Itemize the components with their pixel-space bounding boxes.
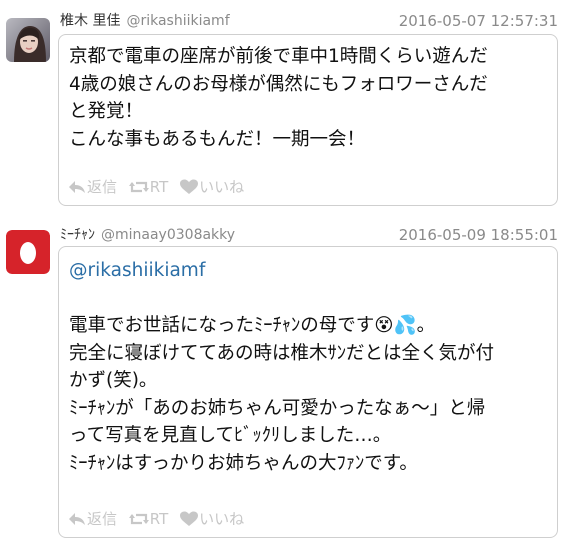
reply-button[interactable]: 返信 (67, 507, 117, 531)
tweet-header: ﾐｰﾁｬﾝ @minaay0308akky 2016-05-09 18:55:01 (60, 224, 558, 246)
tweet-header: 椎木 里佳 @rikashiikiamf 2016-05-07 12:57:31 (60, 10, 558, 32)
user-avatar[interactable] (6, 18, 50, 62)
text-line: と発覚！ (69, 101, 144, 122)
like-label: いいね (199, 510, 245, 528)
timestamp: 2016-05-07 12:57:31 (398, 12, 558, 30)
text-line: かず(笑)。 (69, 370, 158, 391)
tweet: ﾐｰﾁｬﾝ @minaay0308akky 2016-05-09 18:55:01… (0, 214, 564, 543)
retweet-icon (128, 181, 149, 193)
tweet-text: 京都で電車の座席が前後で車中1時間くらい遊んだ 4歳の娘さんのお母様が偶然にもフ… (69, 43, 549, 153)
tweet: 椎木 里佳 @rikashiikiamf 2016-05-07 12:57:31 … (0, 0, 564, 210)
user-photo-avatar-icon (6, 18, 50, 62)
reply-icon (69, 181, 85, 193)
text-line: 京都で電車の座席が前後で車中1時間くらい遊んだ (69, 46, 488, 67)
user-handle[interactable]: @rikashiikiamf (126, 13, 229, 29)
tweet-text: @rikashiikiamf 電車でお世話になったﾐｰﾁｬﾝの母です😵💦。 完全に… (69, 257, 549, 477)
retweet-label: RT (149, 178, 169, 196)
like-button[interactable]: いいね (179, 175, 244, 199)
display-name[interactable]: ﾐｰﾁｬﾝ (60, 227, 95, 243)
user-avatar[interactable] (6, 230, 50, 274)
reply-label: 返信 (87, 510, 118, 528)
text-line: こんな事もあるもんだ！一期一会！ (69, 128, 366, 150)
tweet-body: 京都で電車の座席が前後で車中1時間くらい遊んだ 4歳の娘さんのお母様が偶然にもフ… (58, 34, 558, 206)
reply-button[interactable]: 返信 (67, 175, 117, 199)
text-line: ﾐｰﾁｬﾝが「あのお姉ちゃん可愛かったなぁ〜」と帰 (69, 397, 486, 419)
egg-avatar-icon (6, 230, 50, 274)
mention-link[interactable]: @rikashiikiamf (69, 257, 549, 285)
like-button[interactable]: いいね (179, 507, 244, 531)
heart-icon (180, 179, 199, 194)
retweet-label: RT (149, 510, 169, 528)
retweet-icon (128, 513, 149, 525)
timestamp: 2016-05-09 18:55:01 (398, 226, 558, 244)
text-line: って写真を見直してﾋﾞｯｸﾘしました…。 (69, 425, 392, 446)
heart-icon (180, 511, 199, 526)
display-name[interactable]: 椎木 里佳 (60, 13, 120, 29)
user-handle[interactable]: @minaay0308akky (101, 227, 235, 243)
text-line: 4歳の娘さんのお母様が偶然にもフォロワーさんだ (69, 73, 488, 95)
reply-label: 返信 (87, 178, 118, 196)
tweet-actions: 返信 RT いいね (67, 507, 250, 531)
tweet-body: @rikashiikiamf 電車でお世話になったﾐｰﾁｬﾝの母です😵💦。 完全に… (58, 246, 558, 538)
reply-icon (69, 513, 85, 525)
like-label: いいね (199, 178, 245, 196)
text-line: 完全に寝ぼけててあの時は椎木ｻﾝだとは全く気が付 (69, 342, 494, 364)
tweet-actions: 返信 RT いいね (67, 175, 250, 199)
retweet-button[interactable]: RT (128, 507, 169, 531)
text-line: ﾐｰﾁｬﾝはすっかりお姉ちゃんの大ﾌｧﾝです。 (69, 452, 418, 474)
text-line: 電車でお世話になったﾐｰﾁｬﾝの母です😵💦。 (69, 315, 436, 336)
retweet-button[interactable]: RT (128, 175, 169, 199)
